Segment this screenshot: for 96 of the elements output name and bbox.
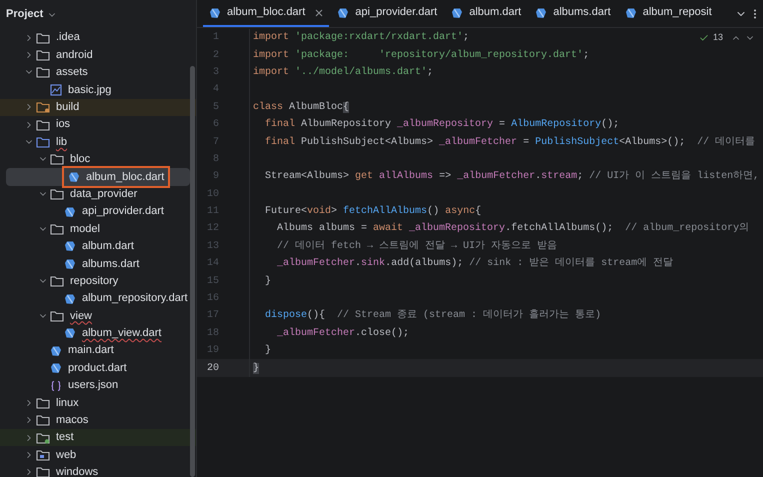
code-text: } [264, 344, 272, 358]
tree-item[interactable]: android [0, 46, 196, 64]
tree-item[interactable]: test [0, 428, 196, 446]
tree-item[interactable]: build [0, 98, 196, 116]
code-text: final AlbumRepository _albumRepository = AlbumRepository(); [264, 118, 620, 132]
code-text: dispose(){ // Stream 종료 (stream : 데이터가 흘러가는 통로) [264, 308, 602, 324]
line-number: 6 [212, 118, 219, 132]
item-name: album.dart [82, 239, 134, 254]
panel-title[interactable]: Project [6, 6, 44, 23]
tree-item[interactable]: main.dart [0, 342, 196, 360]
code-text: import 'package:rxdart/rxdart.dart'; [252, 30, 470, 46]
item-name: lib [56, 134, 68, 150]
item-name: bloc [70, 152, 90, 168]
item-name: web [56, 448, 76, 463]
line-number: 12 [206, 222, 219, 236]
line-number: 20 [206, 362, 219, 376]
tree-item[interactable]: windows [0, 464, 196, 477]
tree-item[interactable]: basic.jpg [0, 81, 196, 99]
line-number: 1 [212, 31, 219, 46]
tree-item[interactable]: repository [0, 272, 196, 290]
item-name: album_view.dart [82, 326, 162, 342]
line-number: 18 [206, 326, 219, 341]
code-text: _albumFetcher.sink.add(albums); // sink : 받은 데이터를 stream에 전달 [276, 256, 674, 272]
inspection-widget[interactable]: 13 [698, 31, 755, 44]
item-name: repository [70, 274, 118, 289]
item-name: ios [56, 117, 70, 132]
item-name: album_bloc.dart [86, 170, 164, 185]
item-name: linux [56, 396, 79, 411]
line-number: 5 [212, 100, 219, 115]
tree-item[interactable]: api_provider.dart [0, 202, 196, 220]
code-text: } [252, 362, 260, 376]
editor-tab[interactable]: api_provider.dart [331, 0, 444, 27]
tree-item[interactable]: lib [0, 133, 196, 151]
line-number: 9 [212, 170, 219, 184]
item-name: test [56, 430, 74, 446]
tree-item[interactable]: album.dart [0, 238, 196, 256]
code-text: _albumFetcher.close(); [276, 326, 410, 341]
item-name: album_repository.dart [82, 291, 188, 306]
tree-item[interactable]: model [0, 220, 196, 238]
tree-item[interactable]: macos [0, 412, 196, 429]
tree-item[interactable]: album_bloc.dart [6, 168, 190, 186]
line-number: 4 [212, 83, 219, 98]
code-text: } [264, 274, 272, 289]
line-number: 15 [206, 274, 219, 289]
line-number: 10 [206, 188, 219, 202]
line-number: 11 [206, 205, 219, 220]
item-name: android [56, 48, 93, 63]
code-text: Albums albums = await _albumRepository.fetchAllAlbums(); // album_repository의 [276, 222, 750, 236]
line-number: 14 [206, 257, 219, 272]
tree-item[interactable]: web [0, 446, 196, 464]
line-number: 8 [212, 152, 219, 167]
tree-item[interactable]: album_repository.dart [0, 290, 196, 308]
item-name: main.dart [68, 343, 114, 358]
tree-item[interactable]: ios [0, 116, 196, 134]
item-name: albums.dart [82, 256, 140, 272]
tree-item[interactable]: bloc [0, 150, 196, 168]
line-number: 2 [212, 48, 219, 63]
line-number: 19 [206, 344, 219, 358]
code-text: // 데이터 fetch → 스트림에 전달 → UI가 자동으로 받음 [276, 240, 558, 254]
item-name: view [70, 308, 92, 324]
item-name: .idea [56, 30, 80, 46]
item-name: build [56, 100, 80, 115]
item-name: data_provider [70, 186, 138, 202]
code-text: Stream<Albums> get allAlbums => _albumFetcher.stream; // UI가 이 스트림을 listen하면, [264, 170, 760, 184]
tree-item[interactable]: .idea [0, 29, 196, 46]
line-number: 7 [212, 136, 219, 150]
tree-item[interactable]: users.json [0, 376, 196, 394]
editor-tab[interactable]: album_reposit [618, 0, 718, 27]
item-name: users.json [68, 378, 118, 394]
code-text: final PublishSubject<Albums> _albumFetcher = PublishSubject<Albums>(); // 데이터를 [264, 136, 756, 150]
tree-item[interactable]: product.dart [0, 359, 196, 377]
editor-tab[interactable]: albums.dart [529, 0, 617, 27]
line-number: 3 [212, 66, 219, 80]
line-number: 17 [206, 309, 219, 324]
inspection-count: 13 [712, 31, 723, 44]
code-text: import '../model/albums.dart'; [252, 66, 434, 80]
tree-item[interactable]: linux [0, 394, 196, 412]
tree-item[interactable]: albums.dart [0, 255, 196, 272]
code-text: Future<void> fetchAllAlbums() async{ [264, 204, 482, 220]
editor-tab[interactable]: album.dart [445, 0, 528, 27]
item-name: model [70, 222, 100, 237]
code-text: import 'package: 'repository/album_repository.dart'; [252, 48, 590, 63]
item-name: basic.jpg [68, 82, 112, 98]
code-text: class AlbumBloc{ [252, 100, 350, 115]
tree-item[interactable]: data_provider [0, 186, 196, 203]
tree-item[interactable]: album_view.dart [0, 324, 196, 342]
tree-item[interactable]: assets [0, 64, 196, 82]
item-name: assets [56, 65, 88, 80]
line-number: 16 [206, 292, 219, 306]
tree-item[interactable]: view [0, 307, 196, 325]
item-name: product.dart [68, 360, 127, 376]
editor-tab[interactable]: album_bloc.dart [203, 0, 330, 27]
item-name: windows [56, 465, 98, 477]
line-number: 13 [206, 240, 219, 254]
item-name: api_provider.dart [82, 204, 164, 220]
item-name: macos [56, 413, 88, 428]
